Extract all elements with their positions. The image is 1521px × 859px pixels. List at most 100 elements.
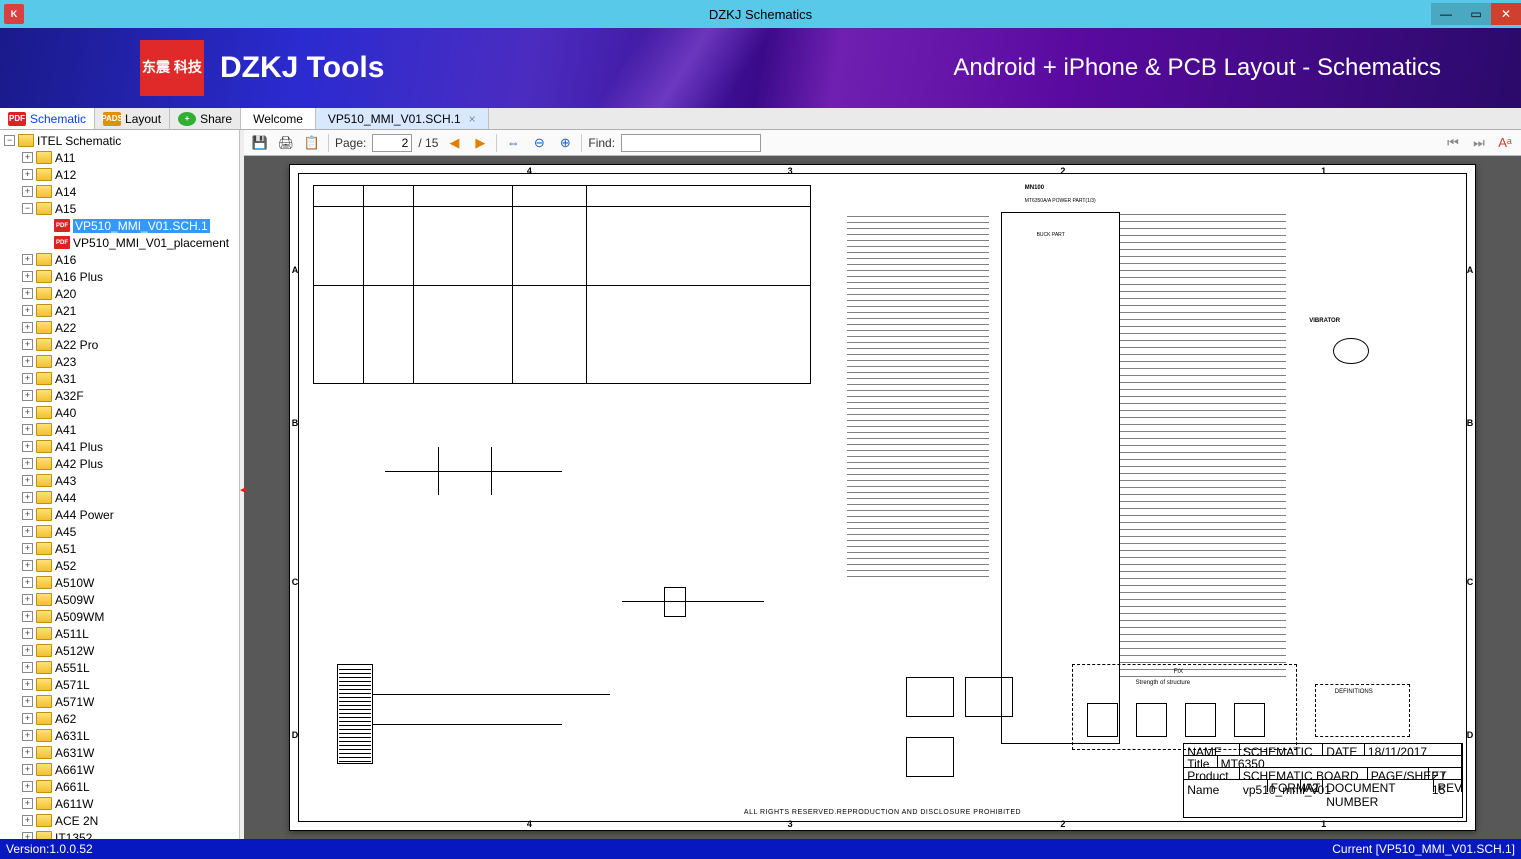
expander-icon[interactable]: + bbox=[22, 645, 33, 656]
tree-folder[interactable]: +A512W bbox=[0, 642, 239, 659]
tab-close-icon[interactable]: × bbox=[469, 112, 476, 126]
tree-folder[interactable]: +ACE 2N bbox=[0, 812, 239, 829]
tree-folder[interactable]: +A52 bbox=[0, 557, 239, 574]
expander-icon[interactable]: + bbox=[22, 492, 33, 503]
tree-folder[interactable]: +A51 bbox=[0, 540, 239, 557]
expander-icon[interactable] bbox=[40, 220, 51, 231]
tree-file[interactable]: VP510_MMI_V01.SCH.1 bbox=[0, 217, 239, 234]
tree-folder[interactable]: −ITEL Schematic bbox=[0, 132, 239, 149]
tree-folder[interactable]: +A22 bbox=[0, 319, 239, 336]
expander-icon[interactable]: + bbox=[22, 679, 33, 690]
tree-folder[interactable]: +A571L bbox=[0, 676, 239, 693]
page-input[interactable] bbox=[372, 134, 412, 152]
expander-icon[interactable]: − bbox=[22, 203, 33, 214]
tree-folder[interactable]: +A511L bbox=[0, 625, 239, 642]
expander-icon[interactable]: + bbox=[22, 747, 33, 758]
minimize-button[interactable]: — bbox=[1431, 3, 1461, 25]
print-button[interactable]: 🖨 bbox=[276, 133, 296, 153]
expander-icon[interactable]: + bbox=[22, 509, 33, 520]
expander-icon[interactable]: + bbox=[22, 458, 33, 469]
tree-folder[interactable]: +A509W bbox=[0, 591, 239, 608]
find-input[interactable] bbox=[621, 134, 761, 152]
tree-folder[interactable]: −A15 bbox=[0, 200, 239, 217]
prev-page-button[interactable]: ◀ bbox=[444, 133, 464, 153]
expander-icon[interactable]: + bbox=[22, 628, 33, 639]
tree-folder[interactable]: +A62 bbox=[0, 710, 239, 727]
tree-folder[interactable]: +A41 bbox=[0, 421, 239, 438]
save-button[interactable]: 💾 bbox=[250, 133, 270, 153]
expander-icon[interactable]: + bbox=[22, 169, 33, 180]
expander-icon[interactable]: + bbox=[22, 373, 33, 384]
expander-icon[interactable]: + bbox=[22, 305, 33, 316]
tree-folder[interactable]: +A43 bbox=[0, 472, 239, 489]
tree-folder[interactable]: +A510W bbox=[0, 574, 239, 591]
tab-doc-current[interactable]: VP510_MMI_V01.SCH.1× bbox=[316, 108, 489, 129]
find-prev-button[interactable]: ⏮ bbox=[1443, 133, 1463, 153]
expander-icon[interactable]: − bbox=[4, 135, 15, 146]
tree-folder[interactable]: +A20 bbox=[0, 285, 239, 302]
expander-icon[interactable]: + bbox=[22, 288, 33, 299]
next-page-button[interactable]: ▶ bbox=[470, 133, 490, 153]
tree-folder[interactable]: +A631L bbox=[0, 727, 239, 744]
expander-icon[interactable]: + bbox=[22, 339, 33, 350]
tree-folder[interactable]: +A12 bbox=[0, 166, 239, 183]
find-next-button[interactable]: ⏭ bbox=[1469, 133, 1489, 153]
expander-icon[interactable]: + bbox=[22, 832, 33, 839]
expander-icon[interactable]: + bbox=[22, 713, 33, 724]
tree-folder[interactable]: +A16 Plus bbox=[0, 268, 239, 285]
expander-icon[interactable]: + bbox=[22, 186, 33, 197]
expander-icon[interactable]: + bbox=[22, 526, 33, 537]
tab-schematic[interactable]: PDFSchematic bbox=[0, 108, 95, 129]
tree-folder[interactable]: +A23 bbox=[0, 353, 239, 370]
tree-folder[interactable]: +IT1352 bbox=[0, 829, 239, 839]
tree-folder[interactable]: +A11 bbox=[0, 149, 239, 166]
tree-folder[interactable]: +A40 bbox=[0, 404, 239, 421]
expander-icon[interactable]: + bbox=[22, 696, 33, 707]
expander-icon[interactable]: + bbox=[22, 424, 33, 435]
expander-icon[interactable]: + bbox=[22, 254, 33, 265]
expander-icon[interactable]: + bbox=[22, 271, 33, 282]
expander-icon[interactable]: + bbox=[22, 662, 33, 673]
maximize-button[interactable]: ▭ bbox=[1461, 3, 1491, 25]
tree-folder[interactable]: +A551L bbox=[0, 659, 239, 676]
tab-doc-welcome[interactable]: Welcome bbox=[241, 108, 316, 129]
tree-folder[interactable]: +A44 Power bbox=[0, 506, 239, 523]
expander-icon[interactable]: + bbox=[22, 764, 33, 775]
expander-icon[interactable]: + bbox=[22, 781, 33, 792]
expander-icon[interactable]: + bbox=[22, 815, 33, 826]
expander-icon[interactable]: + bbox=[22, 407, 33, 418]
tab-layout[interactable]: PADSLayout bbox=[95, 108, 170, 129]
zoom-out-button[interactable]: ⊖ bbox=[529, 133, 549, 153]
tree-folder[interactable]: +A32F bbox=[0, 387, 239, 404]
tree-folder[interactable]: +A45 bbox=[0, 523, 239, 540]
tree-folder[interactable]: +A661W bbox=[0, 761, 239, 778]
tree-folder[interactable]: +A16 bbox=[0, 251, 239, 268]
sidebar[interactable]: −ITEL Schematic+A11+A12+A14−A15VP510_MMI… bbox=[0, 130, 240, 839]
expander-icon[interactable]: + bbox=[22, 356, 33, 367]
tree-folder[interactable]: +A509WM bbox=[0, 608, 239, 625]
tree-folder[interactable]: +A44 bbox=[0, 489, 239, 506]
expander-icon[interactable]: + bbox=[22, 730, 33, 741]
expander-icon[interactable]: + bbox=[22, 560, 33, 571]
close-button[interactable]: ✕ bbox=[1491, 3, 1521, 25]
expander-icon[interactable]: + bbox=[22, 577, 33, 588]
expander-icon[interactable]: + bbox=[22, 475, 33, 486]
expander-icon[interactable]: + bbox=[22, 390, 33, 401]
highlight-button[interactable]: Aᵃ bbox=[1495, 133, 1515, 153]
zoom-in-button[interactable]: ⊕ bbox=[555, 133, 575, 153]
tree-folder[interactable]: +A31 bbox=[0, 370, 239, 387]
tree-file[interactable]: VP510_MMI_V01_placement bbox=[0, 234, 239, 251]
tree-folder[interactable]: +A631W bbox=[0, 744, 239, 761]
expander-icon[interactable]: + bbox=[22, 322, 33, 333]
tree-folder[interactable]: +A22 Pro bbox=[0, 336, 239, 353]
expander-icon[interactable]: + bbox=[22, 594, 33, 605]
tab-share[interactable]: +Share bbox=[170, 108, 241, 129]
tree-folder[interactable]: +A14 bbox=[0, 183, 239, 200]
expander-icon[interactable]: + bbox=[22, 152, 33, 163]
copy-button[interactable]: 📋 bbox=[302, 133, 322, 153]
tree-folder[interactable]: +A42 Plus bbox=[0, 455, 239, 472]
tree-folder[interactable]: +A571W bbox=[0, 693, 239, 710]
tree-folder[interactable]: +A611W bbox=[0, 795, 239, 812]
expander-icon[interactable]: + bbox=[22, 798, 33, 809]
tree-folder[interactable]: +A21 bbox=[0, 302, 239, 319]
